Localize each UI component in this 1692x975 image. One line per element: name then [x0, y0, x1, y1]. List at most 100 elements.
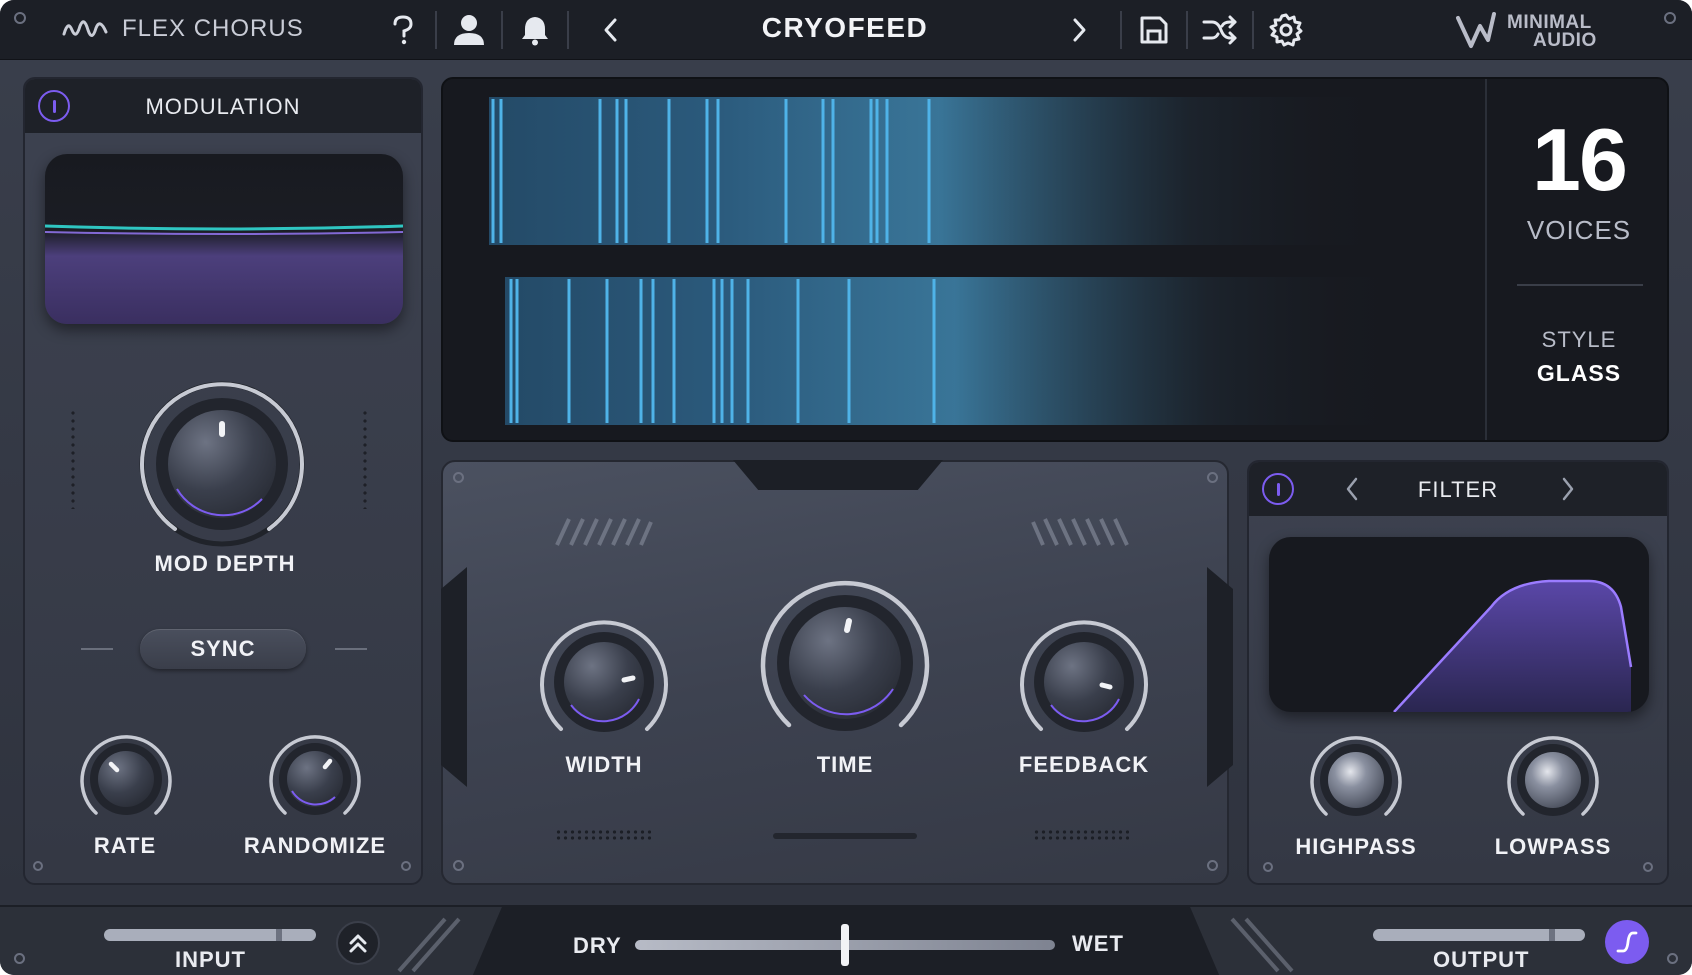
- output-label: OUTPUT: [1433, 947, 1530, 972]
- screw-icon: [453, 472, 464, 483]
- highpass-label: HIGHPASS: [1295, 834, 1417, 859]
- screw-icon: [14, 12, 26, 24]
- rate-knob[interactable]: [78, 731, 174, 827]
- voices-label: VOICES: [1526, 215, 1632, 245]
- chevron-left-icon: [604, 18, 617, 42]
- divider-dash: [335, 648, 367, 650]
- highpass-knob[interactable]: [1308, 732, 1404, 828]
- previous-preset-button[interactable]: [590, 10, 630, 50]
- mod-depth-label: MOD DEPTH: [154, 551, 296, 576]
- save-preset-button[interactable]: [1134, 10, 1174, 50]
- filter-curve: [1393, 579, 1633, 712]
- time-label: TIME: [816, 752, 874, 777]
- settings-button[interactable]: [1266, 10, 1306, 50]
- side-bracket-right: [1207, 567, 1233, 787]
- output-meter-tick: [1549, 929, 1555, 941]
- dry-label: DRY: [573, 933, 622, 958]
- toolbar-divider: [1186, 11, 1188, 49]
- notifications-button[interactable]: [515, 10, 555, 50]
- slash-decor-left: [397, 917, 461, 973]
- toolbar-divider: [567, 11, 569, 49]
- main-controls-panel: WIDTH TIME FEEDBACK: [441, 460, 1233, 885]
- help-icon: [393, 15, 413, 45]
- toolbar-divider: [435, 11, 437, 49]
- gear-icon: [1269, 13, 1303, 47]
- double-chevron-up-icon: [349, 934, 367, 953]
- minimal-audio-logo-icon: [1456, 12, 1496, 48]
- screw-icon: [1207, 472, 1218, 483]
- randomize-knob[interactable]: [267, 731, 363, 827]
- dry-wet-slider-handle[interactable]: [841, 924, 849, 966]
- flex-chorus-plugin: FLEX CHORUS CRYOFEED MINIMAL AUDIO MODUL…: [0, 0, 1692, 975]
- help-button[interactable]: [383, 10, 423, 50]
- screw-icon: [1643, 862, 1653, 872]
- hatch-decor-left: [555, 518, 653, 546]
- screw-icon: [33, 861, 43, 871]
- input-level-meter[interactable]: [104, 929, 316, 941]
- filter-next-button[interactable]: [1561, 476, 1575, 502]
- mod-waveform: [45, 224, 403, 235]
- feedback-knob[interactable]: [1019, 617, 1149, 747]
- style-value[interactable]: GLASS: [1487, 360, 1667, 387]
- slash-decor-right: [1230, 917, 1294, 973]
- width-knob[interactable]: [539, 617, 669, 747]
- time-knob[interactable]: [759, 577, 931, 749]
- next-preset-button[interactable]: [1060, 10, 1100, 50]
- input-label: INPUT: [175, 947, 246, 972]
- lowpass-knob[interactable]: [1505, 732, 1601, 828]
- bottom-bar: INPUT DRY WET OUTPUT: [0, 905, 1692, 975]
- screw-icon: [14, 953, 25, 964]
- screw-icon: [1664, 12, 1676, 24]
- modulation-panel: MODULATION MOD DEPTH SYNC RATE RANDOMIZE: [23, 77, 423, 885]
- screw-icon: [453, 860, 464, 871]
- soft-clip-curve-icon: [1616, 931, 1638, 953]
- divider-dash: [81, 648, 113, 650]
- filter-response-graph[interactable]: [1269, 537, 1649, 712]
- mod-depth-knob[interactable]: [137, 379, 307, 549]
- bell-icon: [522, 17, 548, 46]
- voice-band-top: [489, 97, 1389, 245]
- modulation-title: MODULATION: [145, 94, 301, 119]
- brand-name: MINIMAL AUDIO: [1507, 13, 1597, 50]
- save-icon: [1140, 16, 1168, 44]
- grip-dots: [361, 409, 369, 509]
- width-label: WIDTH: [565, 752, 643, 777]
- voices-count[interactable]: 16: [1487, 109, 1667, 211]
- output-limiter-button[interactable]: [1605, 920, 1649, 964]
- grip-dots: [1033, 829, 1129, 841]
- account-button[interactable]: [449, 10, 489, 50]
- input-boost-button[interactable]: [336, 921, 380, 965]
- grip-dots: [69, 409, 77, 509]
- filter-header: FILTER: [1249, 462, 1667, 516]
- minimal-audio-logo: MINIMAL AUDIO: [1455, 10, 1635, 52]
- screw-icon: [401, 861, 411, 871]
- voices-display: 16 VOICES STYLE GLASS: [441, 77, 1669, 442]
- panel-notch: [733, 460, 943, 490]
- app-name: FLEX CHORUS: [122, 15, 304, 42]
- randomize-preset-button[interactable]: [1200, 10, 1240, 50]
- wet-label: WET: [1072, 931, 1124, 956]
- output-level-meter[interactable]: [1373, 929, 1585, 941]
- chevron-right-icon: [1073, 18, 1086, 42]
- flex-chorus-logo-icon: [62, 20, 108, 37]
- lowpass-label: LOWPASS: [1494, 834, 1612, 859]
- user-icon: [454, 15, 484, 45]
- style-label: STYLE: [1541, 327, 1617, 352]
- toolbar-divider: [1252, 11, 1254, 49]
- side-bracket-left: [441, 567, 467, 787]
- hatch-decor-right: [1031, 518, 1129, 546]
- modulation-waveform-display: [45, 154, 403, 324]
- grip-dots: [555, 829, 651, 841]
- screw-icon: [1207, 860, 1218, 871]
- screw-icon: [1667, 953, 1678, 964]
- sync-button[interactable]: SYNC: [140, 629, 306, 669]
- preset-name[interactable]: CRYOFEED: [720, 12, 970, 44]
- voices-readout: 16 VOICES STYLE GLASS: [1485, 79, 1667, 440]
- modulation-header: MODULATION: [25, 79, 421, 133]
- toolbar-divider: [1120, 11, 1122, 49]
- rate-label: RATE: [93, 833, 157, 858]
- randomize-label: RANDOMIZE: [243, 833, 387, 858]
- voice-visualizer: [489, 97, 1405, 425]
- input-meter-tick: [276, 929, 282, 941]
- readout-divider: [1517, 284, 1643, 286]
